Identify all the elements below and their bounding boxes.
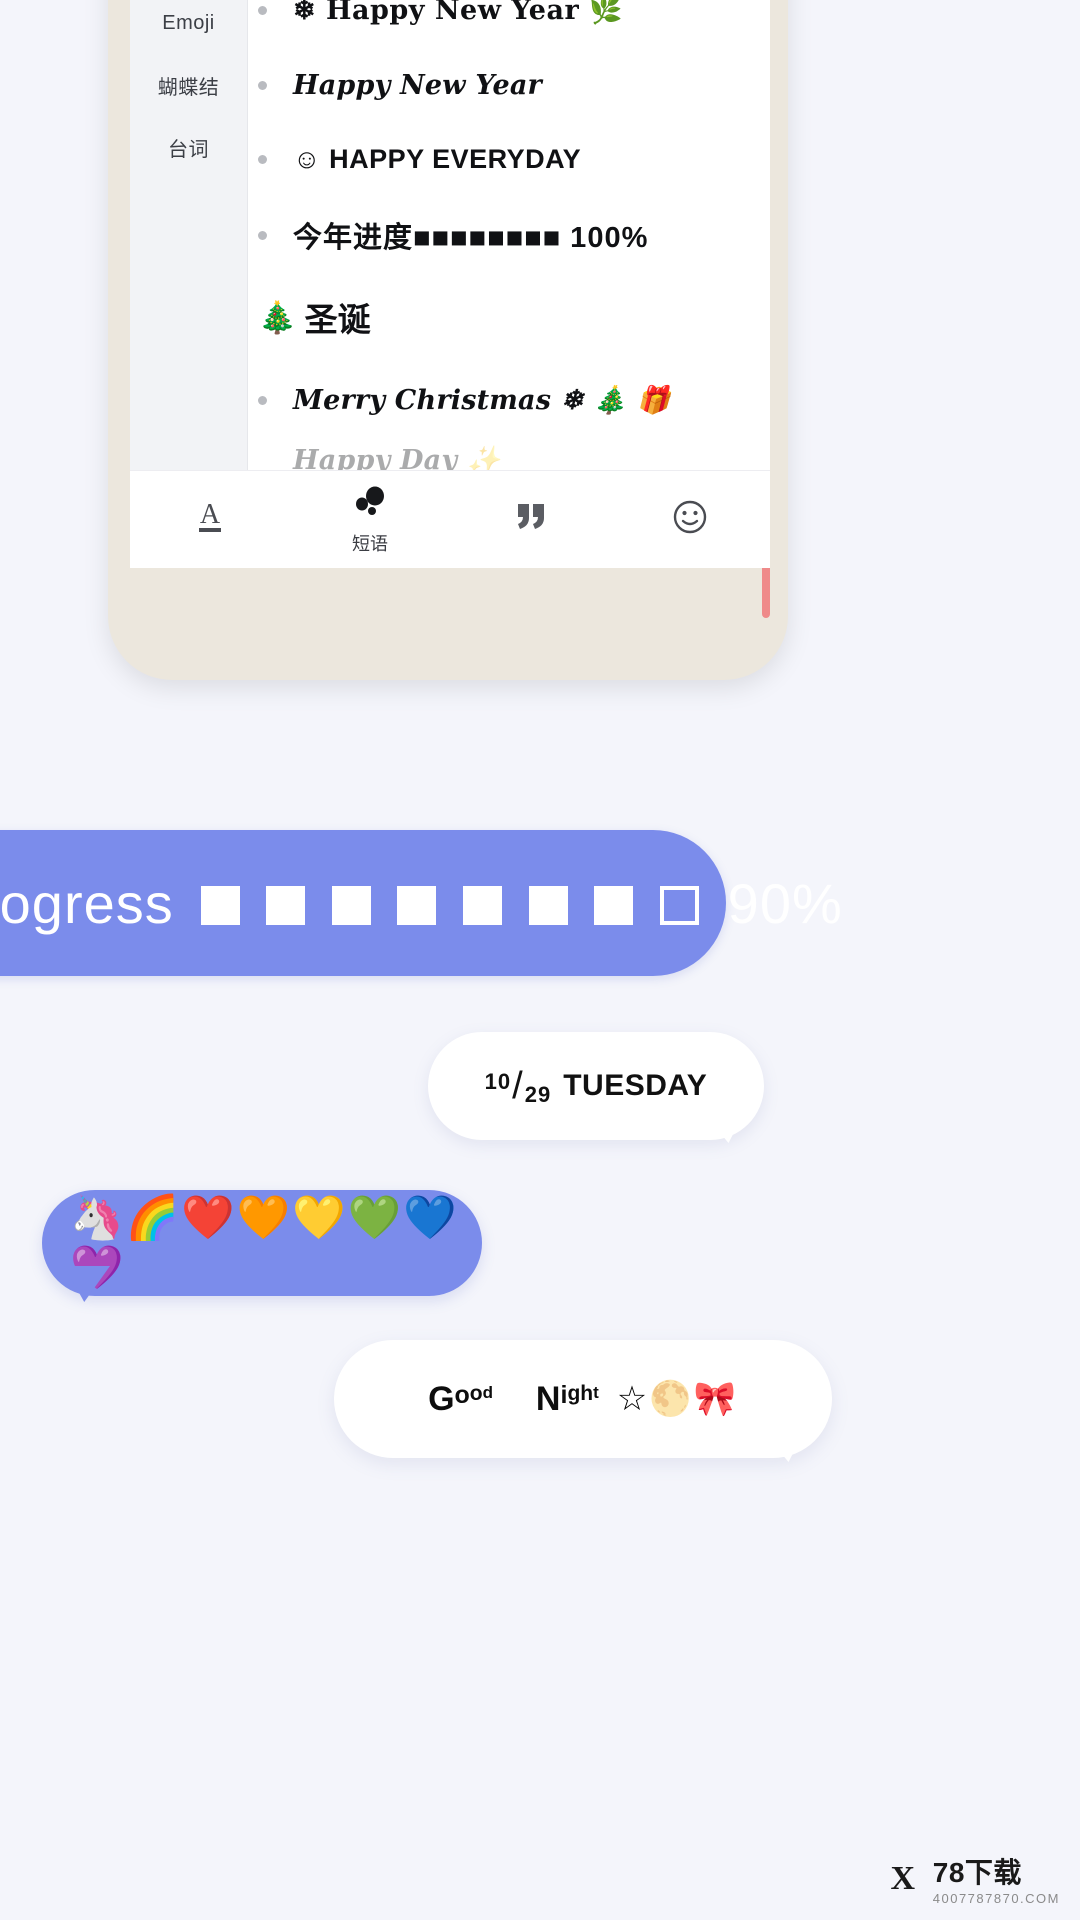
date-day-number: 29 [524,1081,552,1107]
progress-percent: 90% [727,871,843,935]
quotation-mark-icon [510,500,550,539]
block-filled [528,885,568,925]
bullet-icon [258,395,267,405]
keyboard-phrase-panel: Emoji 蝴蝶结 台词 ❄ Happy New Year 🌿 Happy Ne… [130,0,770,476]
phone-mockup: Emoji 蝴蝶结 台词 ❄ Happy New Year 🌿 Happy Ne… [108,0,788,680]
toolbar-button-emoji[interactable] [610,471,770,568]
bubble-tail [700,1109,746,1143]
keyboard-category-sidebar[interactable]: Emoji 蝴蝶结 台词 [130,0,248,470]
letter-glyph: N [535,1379,561,1418]
phrase-text: Happy New Year [293,69,542,101]
block-filled [200,885,240,925]
night-word: Night [536,1380,599,1418]
site-logo-icon: X [890,1859,916,1897]
list-item[interactable]: Merry Christmas ❄ 🎄 🎁 [248,360,770,440]
emoji-row-bubble[interactable]: 🦄🌈❤️🧡💛💚💙💜 [42,1190,482,1302]
watermark-title: 78下载 [932,1857,1022,1888]
progress-blocks [196,871,704,936]
bullet-icon [258,80,267,90]
good-word: Good [428,1380,493,1418]
list-item[interactable]: 今年进度■■■■■■■■ 100% [248,196,770,274]
block-filled [397,885,437,925]
letter-glyph: G [428,1379,455,1418]
date-weekday: TUESDAY [563,1069,708,1102]
section-heading: 🎄 圣诞 [248,274,770,360]
sidebar-item-label: 蝴蝶结 [157,76,220,99]
watermark-text: 78下载 4007787870.COM [933,1851,1060,1906]
section-heading-label: 圣诞 [304,301,371,338]
sidebar-item-emoji[interactable]: Emoji [130,0,247,54]
christmas-tree-icon: 🎄 [258,299,297,335]
letter-glyph: o [469,1381,483,1405]
phrase-text: Merry Christmas ❄ 🎄 🎁 [293,385,671,416]
keyboard-toolbar[interactable]: A 短语 [130,470,770,568]
progress-bubble[interactable]: rogress 90% [0,830,842,976]
good-night-bubble[interactable]: Good Night ☆🌕🎀 [334,1340,832,1462]
watermark-subtitle: 4007787870.COM [932,1891,1060,1906]
block-filled [266,885,306,925]
bullet-icon [258,5,267,15]
emoji-row-text: 🦄🌈❤️🧡💛💚💙💜 [70,1194,459,1292]
sidebar-item-label: 台词 [168,138,209,161]
sidebar-item-label: Emoji [162,11,215,34]
list-item[interactable]: Happy New Year [248,48,770,122]
moon-bow-icon: ☆🌕🎀 [616,1380,738,1418]
date-slash: / [512,1064,524,1107]
phrase-list[interactable]: ❄ Happy New Year 🌿 Happy New Year ☺ HAPP… [248,0,770,476]
letter-glyph: t [593,1382,599,1402]
letter-A-underline-icon: A [192,497,228,542]
sidebar-item-bow[interactable]: 蝴蝶结 [130,54,247,116]
list-item[interactable]: ☺ HAPPY EVERYDAY [248,122,770,196]
toolbar-button-font-style[interactable]: A [130,471,290,568]
block-empty [659,885,699,925]
toolbar-button-phrases[interactable]: 短语 [290,471,450,568]
date-month: 10 [484,1068,512,1094]
list-item[interactable]: ❄ Happy New Year 🌿 [248,0,770,48]
toolbar-button-quotes[interactable] [450,471,610,568]
letter-glyph: o [454,1380,470,1409]
toolbar-label-phrases: 短语 [352,533,388,554]
progress-label: rogress [0,871,174,935]
phone-screen: Emoji 蝴蝶结 台词 ❄ Happy New Year 🌿 Happy Ne… [130,0,770,568]
watermark: X 78下载 4007787870.COM [881,1851,1060,1906]
dots-cluster-icon [350,484,390,525]
good-night-text: Good Night [428,1380,599,1419]
phrase-text: ☺ HAPPY EVERYDAY [293,143,582,174]
block-filled [594,885,634,925]
phrase-text: ❄ Happy New Year 🌿 [293,0,624,26]
letter-glyph: d [482,1382,494,1402]
bullet-icon [258,154,267,164]
block-filled [331,885,371,925]
letter-glyph: g [567,1381,581,1405]
phrase-text: 今年进度■■■■■■■■ 100% [293,222,649,254]
date-bubble[interactable]: 10/29 TUESDAY [428,1032,764,1143]
bullet-icon [258,230,267,240]
bubble-tail [760,1428,806,1462]
letter-glyph: h [580,1381,594,1405]
svg-text:A: A [200,499,221,530]
date-fraction: 10/29 [485,1065,552,1108]
block-filled [462,885,502,925]
sidebar-item-lines[interactable]: 台词 [130,116,247,178]
smiley-face-icon [670,497,710,542]
